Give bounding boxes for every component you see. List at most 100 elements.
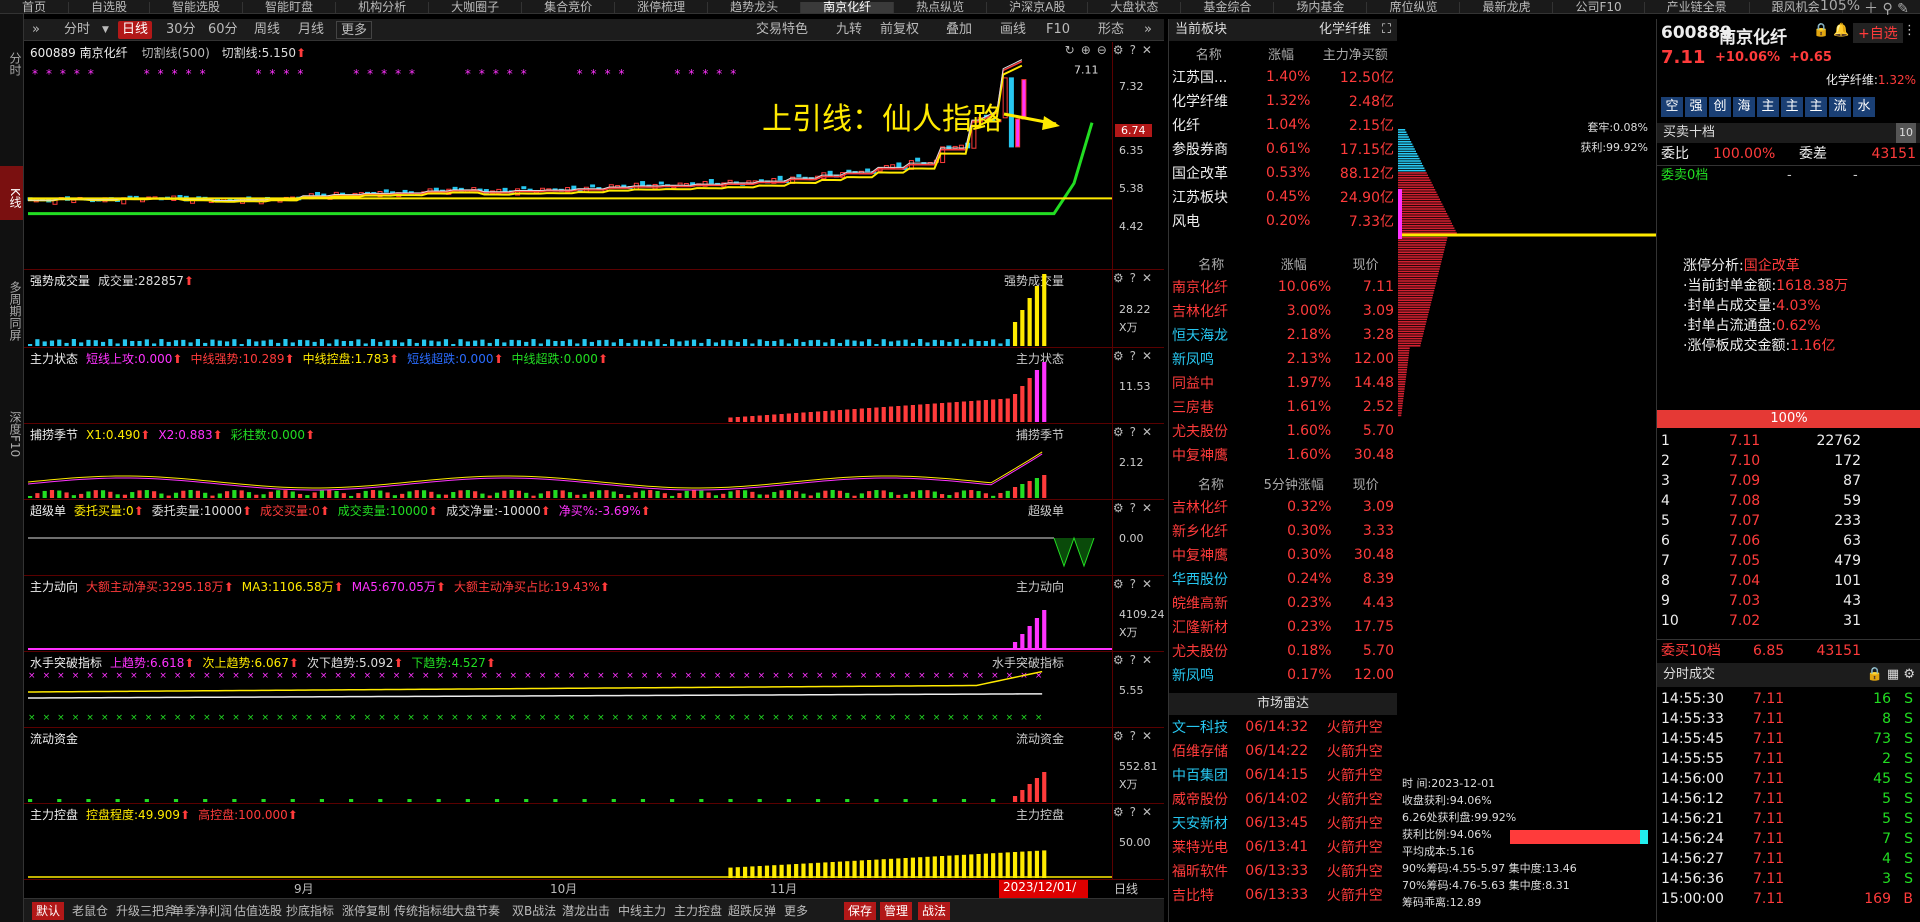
indicator-pane-5[interactable]: 水手突破指标 上趋势:6.618⬆ 次上趋势:6.067⬆ 次下趋势:5.092⬆ 下趋… bbox=[24, 652, 1164, 728]
table-row[interactable]: 中复神鹰 0.30% 30.48 bbox=[1169, 543, 1397, 567]
tool-btn-6[interactable]: 主 bbox=[1805, 97, 1827, 117]
nav-tab-14[interactable]: 场内基金 bbox=[1274, 1, 1368, 13]
table-row[interactable]: 南京化纤 10.06% 7.11 bbox=[1169, 275, 1397, 299]
indicator-pane-1[interactable]: 主力状态 短线上攻:0.000⬆ 中线强势:10.289⬆ 中线控盘:1.783⬆ 短线… bbox=[24, 348, 1164, 424]
buy-level[interactable]: 4 7.08 59 bbox=[1657, 491, 1920, 511]
radar-row[interactable]: 中百集团 06/14:15 火箭升空 bbox=[1169, 763, 1397, 787]
tf-60m[interactable]: 60分 bbox=[204, 21, 242, 39]
radar-row[interactable]: 福昕软件 06/13:33 火箭升空 bbox=[1169, 859, 1397, 883]
table-row[interactable]: 江苏国... 1.40% 12.50亿 bbox=[1169, 65, 1397, 89]
add-watchlist-button[interactable]: +自选 bbox=[1853, 23, 1903, 43]
table-row[interactable]: 新凤鸣 0.17% 12.00 bbox=[1169, 663, 1397, 687]
buy-level[interactable]: 7 7.05 479 bbox=[1657, 551, 1920, 571]
tool-btn-1[interactable]: 强 bbox=[1685, 97, 1707, 117]
table-row[interactable]: 华西股份 0.24% 8.39 bbox=[1169, 567, 1397, 591]
table-row[interactable]: 风电 0.20% 7.33亿 bbox=[1169, 209, 1397, 233]
nav-tab-6[interactable]: 集合竞价 bbox=[522, 1, 616, 13]
buy-level[interactable]: 10 7.02 31 bbox=[1657, 611, 1920, 631]
indicator-pane-0[interactable]: 强势成交量 成交量:282857⬆ 强势成交量 ⚙?✕ 28.22 X万 bbox=[24, 270, 1164, 348]
bottom-btn-8[interactable]: 大盘节奏 bbox=[448, 902, 504, 920]
buy-level[interactable]: 3 7.09 87 bbox=[1657, 471, 1920, 491]
nav-tab-10[interactable]: 热点纵览 bbox=[894, 1, 988, 13]
table-row[interactable]: 中复神鹰 1.60% 30.48 bbox=[1169, 443, 1397, 467]
nav-tab-4[interactable]: 机构分析 bbox=[336, 1, 430, 13]
menu-icon[interactable]: ⋮ bbox=[1903, 23, 1916, 38]
nav-tab-7[interactable]: 涨停梳理 bbox=[615, 1, 709, 13]
kline-pane[interactable]: 600889 南京化纤 切割线(500) 切割线:5.150⬆ ↻⊕⊖⚙?✕ *… bbox=[24, 42, 1164, 270]
nav-tab-18[interactable]: 产业链全景 bbox=[1645, 1, 1750, 13]
bottom-btn-1[interactable]: 老鼠仓 bbox=[68, 902, 112, 920]
lock-bell-icons[interactable]: 🔒 🔔 bbox=[1813, 23, 1850, 38]
indicator-pane-4[interactable]: 主力动向 大额主动净买:3295.18万⬆ MA3:1106.58万⬆ MA5:670… bbox=[24, 576, 1165, 652]
bottom-btn-0[interactable]: 默认 bbox=[32, 902, 65, 920]
radar-row[interactable]: 威帝股份 06/14:02 火箭升空 bbox=[1169, 787, 1397, 811]
indicator-pane-7[interactable]: 主力控盘 控盘程度:49.909⬆ 高控盘:100.000⬆ 主力控盘 ⚙?✕ 50.00 bbox=[24, 804, 1164, 880]
expand-icon[interactable]: » bbox=[1140, 21, 1156, 39]
tool-btn-3[interactable]: 海 bbox=[1733, 97, 1755, 117]
tf-daily[interactable]: 日线 bbox=[118, 21, 153, 39]
tick-tool-icons[interactable]: 🔒 ▦ ⚙ bbox=[1867, 663, 1915, 687]
radar-row[interactable]: 吉比特 06/13:33 火箭升空 bbox=[1169, 883, 1397, 907]
table-row[interactable]: 尤夫股份 1.60% 5.70 bbox=[1169, 419, 1397, 443]
indicator-pane-6[interactable]: 流动资金 流动资金 ⚙?✕ 552.81 X万 bbox=[24, 728, 1164, 804]
table-row[interactable]: 参股券商 0.61% 17.15亿 bbox=[1169, 137, 1397, 161]
bottom-btn-12[interactable]: 主力控盘 bbox=[670, 902, 726, 920]
radar-row[interactable]: 天安新材 06/13:45 火箭升空 bbox=[1169, 811, 1397, 835]
left-tab-kline[interactable]: K线 bbox=[0, 166, 23, 220]
tool-btn-0[interactable]: 空 bbox=[1661, 97, 1683, 117]
tool-adjust[interactable]: 前复权 bbox=[876, 21, 923, 39]
order-level-icon[interactable]: 10 bbox=[1896, 123, 1916, 143]
tool-btn-8[interactable]: 水 bbox=[1853, 97, 1875, 117]
bottom-btn-14[interactable]: 更多 bbox=[780, 902, 812, 920]
bottom-btn-5[interactable]: 抄底指标 bbox=[282, 902, 338, 920]
tf-more[interactable]: 更多 bbox=[336, 21, 373, 39]
nav-tab-9[interactable]: 南京化纤 bbox=[801, 1, 895, 13]
table-row[interactable]: 尤夫股份 0.18% 5.70 bbox=[1169, 639, 1397, 663]
tool-f10[interactable]: F10 bbox=[1042, 21, 1074, 39]
tool-btn-7[interactable]: 流 bbox=[1829, 97, 1851, 117]
indicator-pane-3[interactable]: 超级单 委托买量:0⬆ 委托卖量:10000⬆ 成交买量:0⬆ 成交卖量:10000⬆ 成… bbox=[24, 500, 1164, 576]
bottom-btn-6[interactable]: 涨停复制 bbox=[338, 902, 394, 920]
nav-tab-3[interactable]: 智能盯盘 bbox=[243, 1, 337, 13]
buy-level[interactable]: 5 7.07 233 bbox=[1657, 511, 1920, 531]
nav-tab-16[interactable]: 最新龙虎 bbox=[1460, 1, 1554, 13]
expand-icon[interactable]: ⛶ bbox=[1382, 19, 1391, 41]
tf-30m[interactable]: 30分 bbox=[162, 21, 200, 39]
nav-tab-15[interactable]: 席位纵览 bbox=[1367, 1, 1461, 13]
nav-tab-2[interactable]: 智能选股 bbox=[150, 1, 244, 13]
nav-tab-1[interactable]: 自选股 bbox=[69, 1, 151, 13]
bottom-btn-11[interactable]: 中线主力 bbox=[614, 902, 670, 920]
tool-pattern[interactable]: 形态 bbox=[1094, 21, 1128, 39]
table-row[interactable]: 三房巷 1.61% 2.52 bbox=[1169, 395, 1397, 419]
table-row[interactable]: 吉林化纤 0.32% 3.09 bbox=[1169, 495, 1397, 519]
radar-row[interactable]: 文一科技 06/14:32 火箭升空 bbox=[1169, 715, 1397, 739]
table-row[interactable]: 新乡化纤 0.30% 3.33 bbox=[1169, 519, 1397, 543]
bottom-btn-16[interactable]: 管理 bbox=[880, 902, 913, 920]
left-tab-multiperiod[interactable]: 多周期同屏 bbox=[0, 256, 23, 366]
table-row[interactable]: 化纤 1.04% 2.15亿 bbox=[1169, 113, 1397, 137]
table-row[interactable]: 同益中 1.97% 14.48 bbox=[1169, 371, 1397, 395]
left-tab-f10[interactable]: 深度F10 bbox=[0, 384, 23, 484]
table-row[interactable]: 恒天海龙 2.18% 3.28 bbox=[1169, 323, 1397, 347]
tool-overlay[interactable]: 叠加 bbox=[942, 21, 976, 39]
nav-tab-0[interactable]: 首页 bbox=[0, 1, 70, 13]
date-daily-btn[interactable]: 日线 bbox=[1114, 880, 1138, 897]
bottom-btn-17[interactable]: 战法 bbox=[918, 902, 951, 920]
nav-tab-8[interactable]: 趋势龙头 bbox=[708, 1, 802, 13]
table-row[interactable]: 汇隆新材 0.23% 17.75 bbox=[1169, 615, 1397, 639]
bottom-btn-15[interactable]: 保存 bbox=[844, 902, 877, 920]
nav-tab-5[interactable]: 大咖圈子 bbox=[429, 1, 523, 13]
bottom-btn-9[interactable]: 双B战法 bbox=[508, 902, 560, 920]
tool-jiuzhuan[interactable]: 九转 bbox=[832, 21, 866, 39]
buy-level[interactable]: 8 7.04 101 bbox=[1657, 571, 1920, 591]
buy-level[interactable]: 1 7.11 22762 bbox=[1657, 431, 1920, 451]
buy-level[interactable]: 2 7.10 172 bbox=[1657, 451, 1920, 471]
tool-draw[interactable]: 画线 bbox=[996, 21, 1030, 39]
bottom-btn-13[interactable]: 超跌反弹 bbox=[724, 902, 780, 920]
collapse-icon[interactable]: » bbox=[28, 21, 44, 39]
bottom-btn-4[interactable]: 估值选股 bbox=[230, 902, 286, 920]
radar-row[interactable]: 莱特光电 06/13:41 火箭升空 bbox=[1169, 835, 1397, 859]
nav-tab-12[interactable]: 大盘状态 bbox=[1088, 1, 1182, 13]
nav-tab-17[interactable]: 公司F10 bbox=[1553, 1, 1645, 13]
table-row[interactable]: 吉林化纤 3.00% 3.09 bbox=[1169, 299, 1397, 323]
